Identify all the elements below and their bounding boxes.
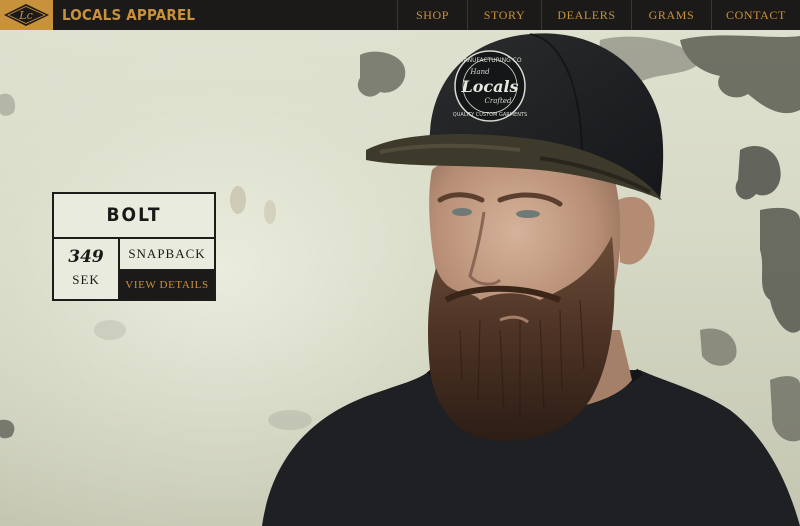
top-navigation-bar: Lc LOCALS APPAREL SHOP STORY DEALERS GRA… (0, 0, 800, 30)
patch-top-text: MANUFACTURING CO (458, 57, 521, 64)
nav-dealers[interactable]: DEALERS (541, 0, 631, 30)
nav-shop[interactable]: SHOP (397, 0, 467, 30)
patch-bottom-text: QUALITY CUSTOM GARMENTS (453, 112, 527, 118)
product-price: 349 (68, 247, 104, 267)
logo-letters: Lc (18, 9, 32, 22)
product-card: BOLT 349 SEK SNAPBACK VIEW DETAILS (52, 192, 216, 301)
product-name: BOLT (54, 194, 214, 239)
product-type: SNAPBACK (120, 239, 214, 271)
logo[interactable]: Lc (0, 0, 53, 30)
main-nav: SHOP STORY DEALERS GRAMS CONTACT (397, 0, 800, 30)
view-details-button[interactable]: VIEW DETAILS (120, 271, 214, 299)
patch-script-small: Hand (469, 68, 490, 76)
brand-name[interactable]: LOCALS APPAREL (62, 0, 195, 30)
patch-script-main: Locals (460, 77, 518, 96)
product-currency: SEK (72, 272, 100, 287)
nav-story[interactable]: STORY (467, 0, 541, 30)
nav-contact[interactable]: CONTACT (711, 0, 800, 30)
logo-diamond-icon: Lc (4, 4, 49, 26)
product-price-box: 349 SEK (54, 239, 120, 299)
patch-script-sub: Crafted (485, 97, 512, 105)
nav-grams[interactable]: GRAMS (631, 0, 711, 30)
